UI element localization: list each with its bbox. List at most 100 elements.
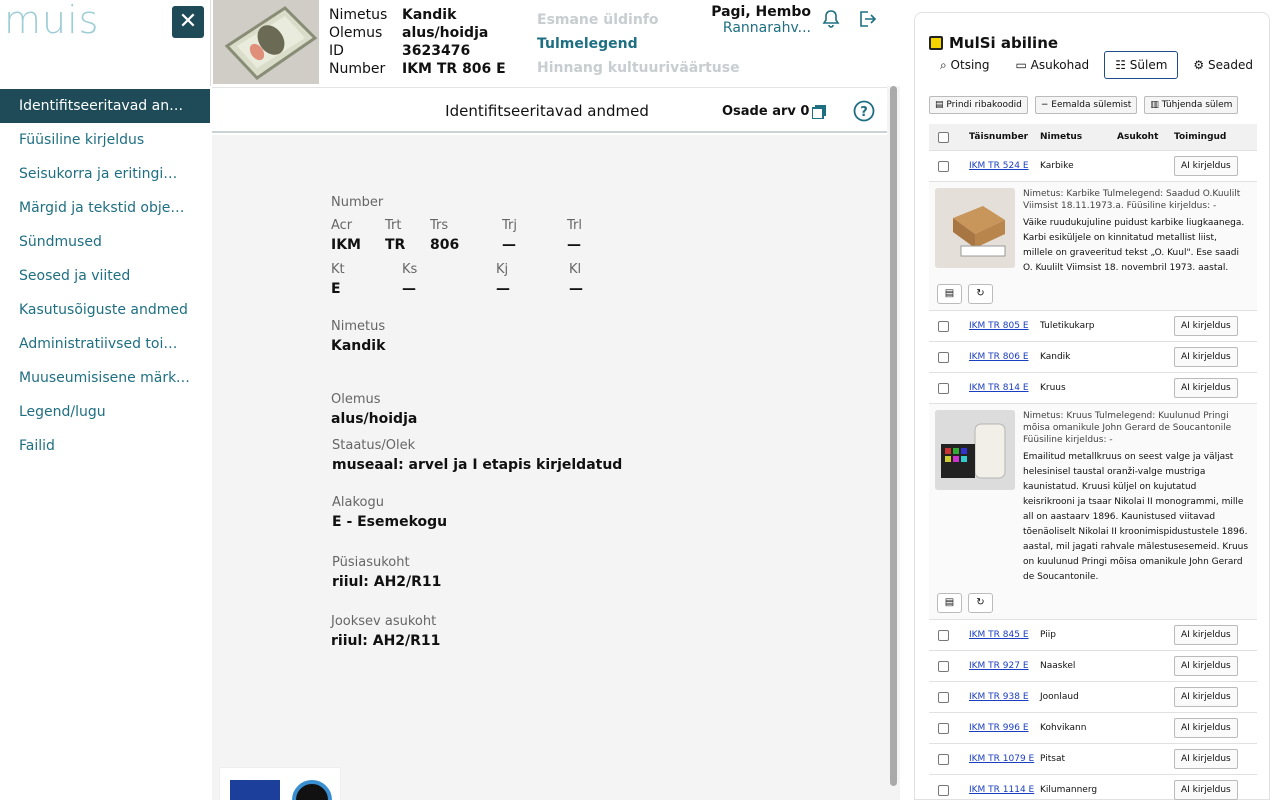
row-checkbox[interactable] bbox=[937, 691, 949, 703]
sidebar-item-margid[interactable]: Märgid ja tekstid objektil bbox=[0, 191, 210, 225]
ai-description-button[interactable]: AI kirjeldus bbox=[1174, 347, 1238, 367]
ai-description-button[interactable]: AI kirjeldus bbox=[1174, 687, 1238, 707]
number-part-label: Ks bbox=[402, 262, 418, 277]
number-part-value: TR bbox=[385, 237, 406, 253]
sidebar-item-markus[interactable]: Muuseumisisene märkus bbox=[0, 361, 210, 395]
ai-description-button[interactable]: AI kirjeldus bbox=[1174, 316, 1238, 336]
row-checkbox[interactable] bbox=[937, 320, 949, 332]
table-row: IKM TR 805 E Tuletikukarp AI kirjeldus bbox=[929, 311, 1257, 342]
tab-hinnang[interactable]: Hinnang kultuuriväärtuse bbox=[537, 56, 740, 80]
refresh-icon[interactable]: ↻ bbox=[968, 593, 993, 613]
printer-icon: ▤ bbox=[935, 100, 947, 110]
tab-tulmelegend[interactable]: Tulmelegend bbox=[537, 32, 740, 56]
object-number-link[interactable]: IKM TR 927 E bbox=[969, 661, 1029, 671]
search-icon: ⌕ bbox=[940, 58, 951, 72]
select-all-checkbox[interactable] bbox=[937, 131, 949, 143]
column-header: Toimingud bbox=[1174, 132, 1227, 142]
object-number-link[interactable]: IKM TR 845 E bbox=[969, 630, 1029, 640]
tab-asukohad[interactable]: ▭ Asukohad bbox=[1005, 51, 1101, 79]
table-row: IKM TR 996 E Kohvikann AI kirjeldus bbox=[929, 713, 1257, 744]
sidebar-item-seosed[interactable]: Seosed ja viited bbox=[0, 259, 210, 293]
column-header[interactable]: Asukoht bbox=[1111, 132, 1168, 142]
sidebar-item-fuusiline[interactable]: Füüsiline kirjeldus bbox=[0, 123, 210, 157]
object-name: Pitsat bbox=[1040, 754, 1065, 764]
number-part-label: Trl bbox=[567, 218, 582, 233]
number-part-value: — bbox=[502, 237, 516, 253]
row-checkbox[interactable] bbox=[937, 160, 949, 172]
object-number-link[interactable]: IKM TR 996 E bbox=[969, 723, 1029, 733]
gear-icon: ⚙ bbox=[1193, 58, 1208, 72]
close-sidebar-button[interactable]: ✕ bbox=[172, 6, 204, 38]
number-part-value: E bbox=[331, 281, 341, 297]
object-number-link[interactable]: IKM TR 1079 E bbox=[969, 754, 1034, 764]
table-row: IKM TR 845 E Piip AI kirjeldus bbox=[929, 620, 1257, 651]
sidebar-item-kasutusoigused[interactable]: Kasutusõiguste andmed bbox=[0, 293, 210, 327]
meta-label: Olemus bbox=[329, 25, 383, 41]
help-icon[interactable]: ? bbox=[853, 100, 875, 122]
ai-description-button[interactable]: AI kirjeldus bbox=[1174, 749, 1238, 769]
logout-icon[interactable] bbox=[857, 9, 877, 29]
sidebar-item-identifitseeritavad[interactable]: Identifitseeritavad andmed bbox=[0, 89, 210, 123]
object-number-link[interactable]: IKM TR 938 E bbox=[969, 692, 1029, 702]
header-tabs: Esmane üldinfo Tulmelegend Hinnang kultu… bbox=[537, 8, 740, 80]
object-thumbnail[interactable] bbox=[213, 0, 319, 84]
ai-description-button[interactable]: AI kirjeldus bbox=[1174, 656, 1238, 676]
object-name: Piip bbox=[1040, 630, 1056, 640]
main-scrollbar[interactable] bbox=[887, 86, 900, 800]
svg-text:?: ? bbox=[860, 105, 868, 120]
ai-description-button[interactable]: AI kirjeldus bbox=[1174, 780, 1238, 800]
column-header[interactable]: Nimetus bbox=[1036, 132, 1111, 142]
object-name: Karbike bbox=[1040, 161, 1074, 171]
scrollbar-thumb[interactable] bbox=[890, 86, 897, 786]
meta-value: Kandik bbox=[402, 7, 457, 23]
object-number-link[interactable]: IKM TR 524 E bbox=[969, 161, 1029, 171]
number-part-value: — bbox=[496, 281, 510, 297]
empty-swarm-button[interactable]: ▥ Tühjenda sülem bbox=[1144, 96, 1239, 114]
field-label: Jooksev asukoht bbox=[331, 614, 437, 629]
print-barcodes-button[interactable]: ▤ Prindi ribakoodid bbox=[929, 96, 1028, 114]
object-name: Kruus bbox=[1040, 383, 1066, 393]
row-checkbox[interactable] bbox=[937, 753, 949, 765]
sidebar-item-failid[interactable]: Failid bbox=[0, 429, 210, 463]
ai-description-button[interactable]: AI kirjeldus bbox=[1174, 718, 1238, 738]
sidebar-item-administratiivsed[interactable]: Administratiivsed toimingud bbox=[0, 327, 210, 361]
bell-icon[interactable] bbox=[821, 9, 841, 29]
ai-description-button[interactable]: AI kirjeldus bbox=[1174, 625, 1238, 645]
ai-description-button[interactable]: AI kirjeldus bbox=[1174, 156, 1238, 176]
object-number-link[interactable]: IKM TR 805 E bbox=[969, 321, 1029, 331]
tab-esmane-uldinfo[interactable]: Esmane üldinfo bbox=[537, 8, 740, 32]
field-value: Kandik bbox=[331, 338, 386, 354]
ai-description-panel: Nimetus: Karbike Tulmelegend: Saadud O.K… bbox=[929, 182, 1257, 311]
ai-description-button[interactable]: AI kirjeldus bbox=[1174, 378, 1238, 398]
row-checkbox[interactable] bbox=[937, 351, 949, 363]
user-name: Pagi, Hembo bbox=[711, 4, 811, 20]
refresh-icon[interactable]: ↻ bbox=[968, 284, 993, 304]
copy-icon[interactable]: ▤ bbox=[937, 593, 962, 613]
row-checkbox[interactable] bbox=[937, 629, 949, 641]
number-part-label: Kj bbox=[496, 262, 509, 277]
remove-from-swarm-button[interactable]: − Eemalda sülemist bbox=[1034, 96, 1138, 114]
tab-otsing[interactable]: ⌕ Otsing bbox=[929, 51, 1001, 79]
object-number-link[interactable]: IKM TR 814 E bbox=[969, 383, 1029, 393]
object-photo[interactable] bbox=[935, 410, 1015, 490]
row-checkbox[interactable] bbox=[937, 722, 949, 734]
parts-icon[interactable] bbox=[811, 104, 826, 120]
table-row: IKM TR 938 E Joonlaud AI kirjeldus bbox=[929, 682, 1257, 713]
object-number-link[interactable]: IKM TR 806 E bbox=[969, 352, 1029, 362]
tab-sulem[interactable]: ☷ Sülem bbox=[1104, 51, 1179, 79]
copy-icon[interactable]: ▤ bbox=[937, 284, 962, 304]
table-row: IKM TR 814 E Kruus AI kirjeldus bbox=[929, 373, 1257, 404]
tab-seaded[interactable]: ⚙ Seaded bbox=[1182, 51, 1264, 79]
field-value: riiul: AH2/R11 bbox=[332, 574, 442, 590]
row-checkbox[interactable] bbox=[937, 660, 949, 672]
object-photo[interactable] bbox=[935, 188, 1015, 268]
sidebar-item-sundmused[interactable]: Sündmused bbox=[0, 225, 210, 259]
sidebar-item-seisukord[interactable]: Seisukorra ja eritingimuste andmed bbox=[0, 157, 210, 191]
row-checkbox[interactable] bbox=[937, 382, 949, 394]
sidebar-item-legend[interactable]: Legend/lugu bbox=[0, 395, 210, 429]
object-number-link[interactable]: IKM TR 1114 E bbox=[969, 785, 1034, 795]
details-panel: Number Acr IKM Trt TR Trs 806 Trj — Trl … bbox=[212, 135, 887, 800]
user-info[interactable]: Pagi, Hembo Rannarahv... bbox=[711, 4, 811, 36]
row-checkbox[interactable] bbox=[937, 784, 949, 796]
column-header[interactable]: Täisnumber bbox=[957, 132, 1036, 142]
